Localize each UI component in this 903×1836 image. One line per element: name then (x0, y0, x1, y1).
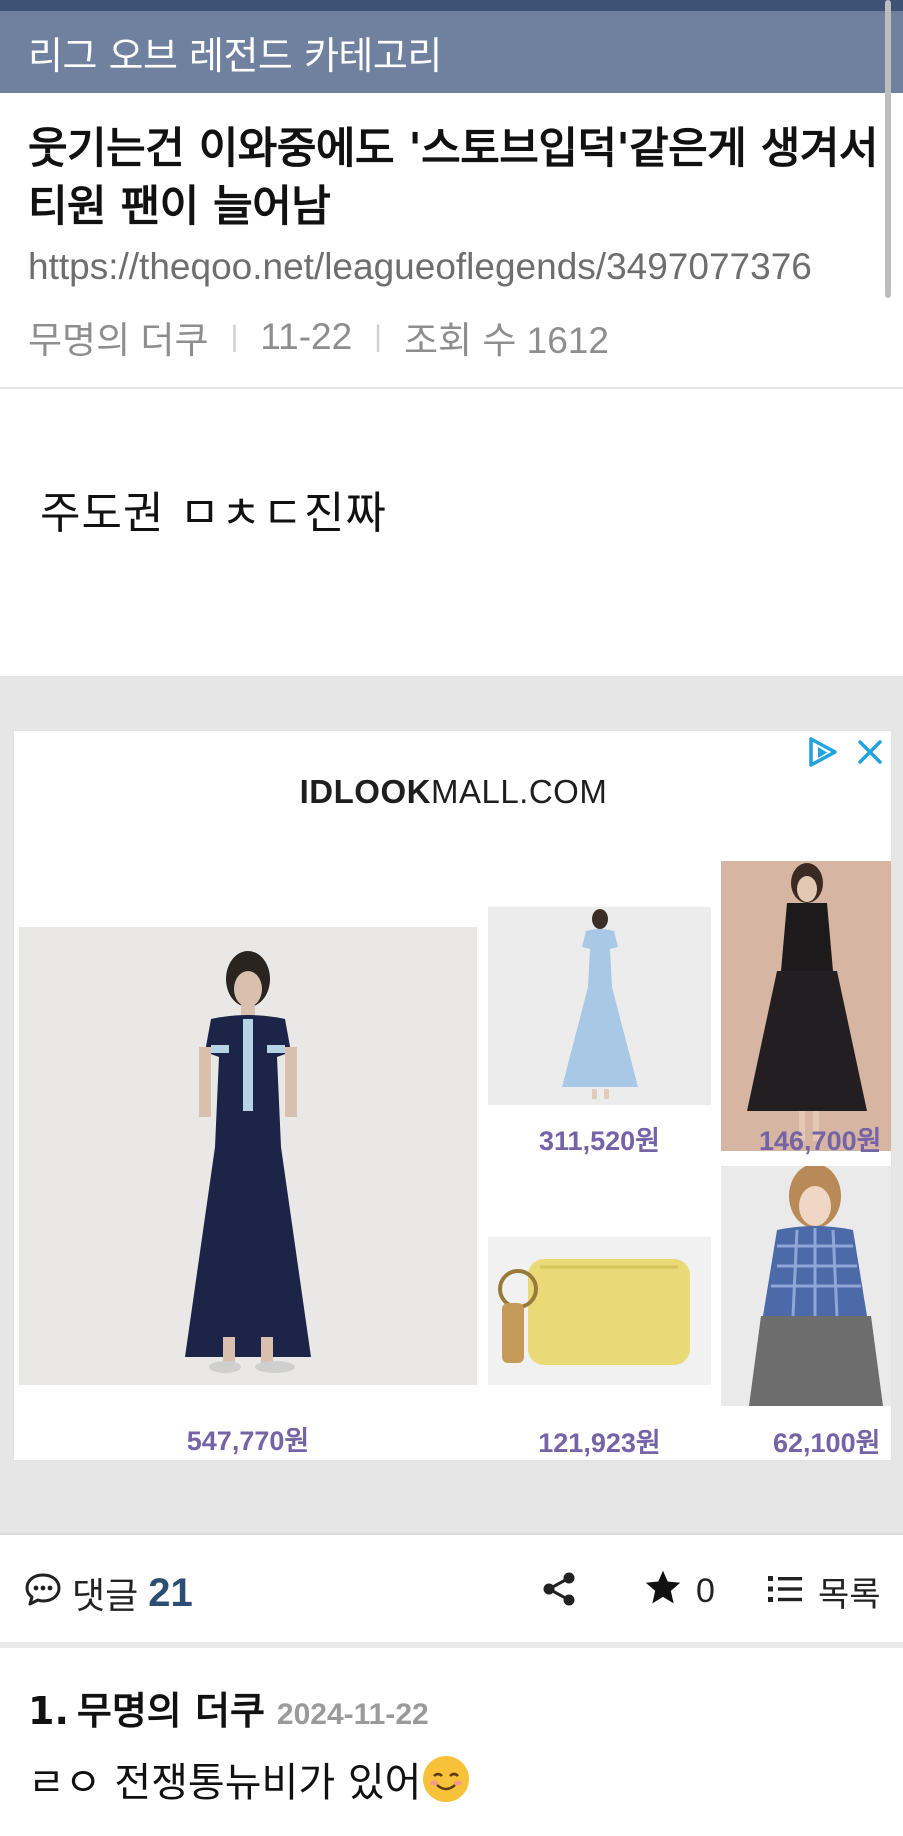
category-title[interactable]: 리그 오브 레전드 카테고리 (28, 25, 442, 80)
ad-product-image-navy-dress[interactable] (19, 927, 477, 1385)
smiling-face-emoji-icon (423, 1756, 470, 1802)
comment-date: 2024-11-22 (276, 1698, 429, 1731)
ad-product-image-black-outfit[interactable] (721, 861, 891, 1151)
ad-product-price[interactable]: 62,100원 (721, 1421, 891, 1460)
ad-brand-logo[interactable]: IDLOOKMALL.COM (14, 773, 891, 811)
comments-count: 21 (148, 1570, 193, 1615)
scrollbar-thumb[interactable] (885, 0, 891, 298)
ad-product-price[interactable]: 547,770원 (19, 1419, 477, 1458)
meta-separator: | (374, 320, 382, 353)
post-url[interactable]: https://theqoo.net/leagueoflegends/34970… (28, 246, 868, 288)
ad-section: IDLOOKMALL.COM 547,770원 311,520원 146,700… (0, 676, 903, 1535)
ad-product-price[interactable]: 311,520원 (488, 1119, 711, 1158)
ad-product-price[interactable]: 146,700원 (721, 1119, 891, 1158)
comment-body: ㄹㅇ 전쟁통뉴비가 있어 (28, 1750, 470, 1808)
ad-product-price[interactable]: 121,923원 (488, 1421, 711, 1460)
comments-label: 댓글 (72, 1576, 139, 1617)
list-label: 목록 (818, 1575, 881, 1615)
post-views: 조회 수 1612 (403, 320, 609, 361)
comment-index: 1. (28, 1689, 69, 1733)
divider (0, 387, 903, 389)
comment-author[interactable]: 무명의 더쿠 (77, 1680, 265, 1735)
ad-controls (805, 735, 885, 769)
post-body: 주도권 ㅁㅊㄷ진짜 (40, 488, 387, 539)
comment-header: 1. 무명의 더쿠 2024-11-22 (28, 1680, 429, 1735)
share-icon (542, 1572, 576, 1611)
category-bar[interactable]: 리그 오브 레전드 카테고리 (0, 11, 903, 93)
divider (0, 1642, 903, 1648)
post-date: 11-22 (260, 316, 353, 357)
close-icon[interactable] (855, 737, 885, 767)
star-count: 0 (696, 1572, 715, 1610)
comment-icon (24, 1571, 62, 1616)
top-accent-line (0, 0, 903, 11)
post-action-bar: 댓글 21 0 목록 (0, 1535, 903, 1640)
ad-banner[interactable]: IDLOOKMALL.COM 547,770원 311,520원 146,700… (13, 730, 892, 1461)
post-author[interactable]: 무명의 더쿠 (28, 310, 208, 364)
comment-text: ㄹㅇ 전쟁통뉴비가 있어 (28, 1760, 422, 1806)
meta-separator: | (230, 320, 239, 353)
star-icon (644, 1569, 682, 1614)
ad-product-image-check-shirt[interactable] (721, 1166, 891, 1406)
star-button[interactable]: 0 (644, 1569, 715, 1614)
adchoices-icon[interactable] (805, 735, 841, 769)
share-button[interactable] (542, 1571, 576, 1611)
ad-product-image-blue-dress[interactable] (488, 907, 711, 1105)
ad-product-image-yellow-wallet[interactable] (488, 1237, 711, 1385)
post-meta: 무명의 더쿠 | 11-22 | 조회 수 1612 (28, 310, 609, 364)
post-title: 웃기는건 이와중에도 '스토브입덕'같은게 생겨서 티원 팬이 늘어남 (28, 124, 878, 232)
list-button[interactable]: 목록 (768, 1567, 881, 1616)
list-icon (768, 1572, 802, 1612)
comments-toggle[interactable]: 댓글 21 (24, 1567, 193, 1619)
